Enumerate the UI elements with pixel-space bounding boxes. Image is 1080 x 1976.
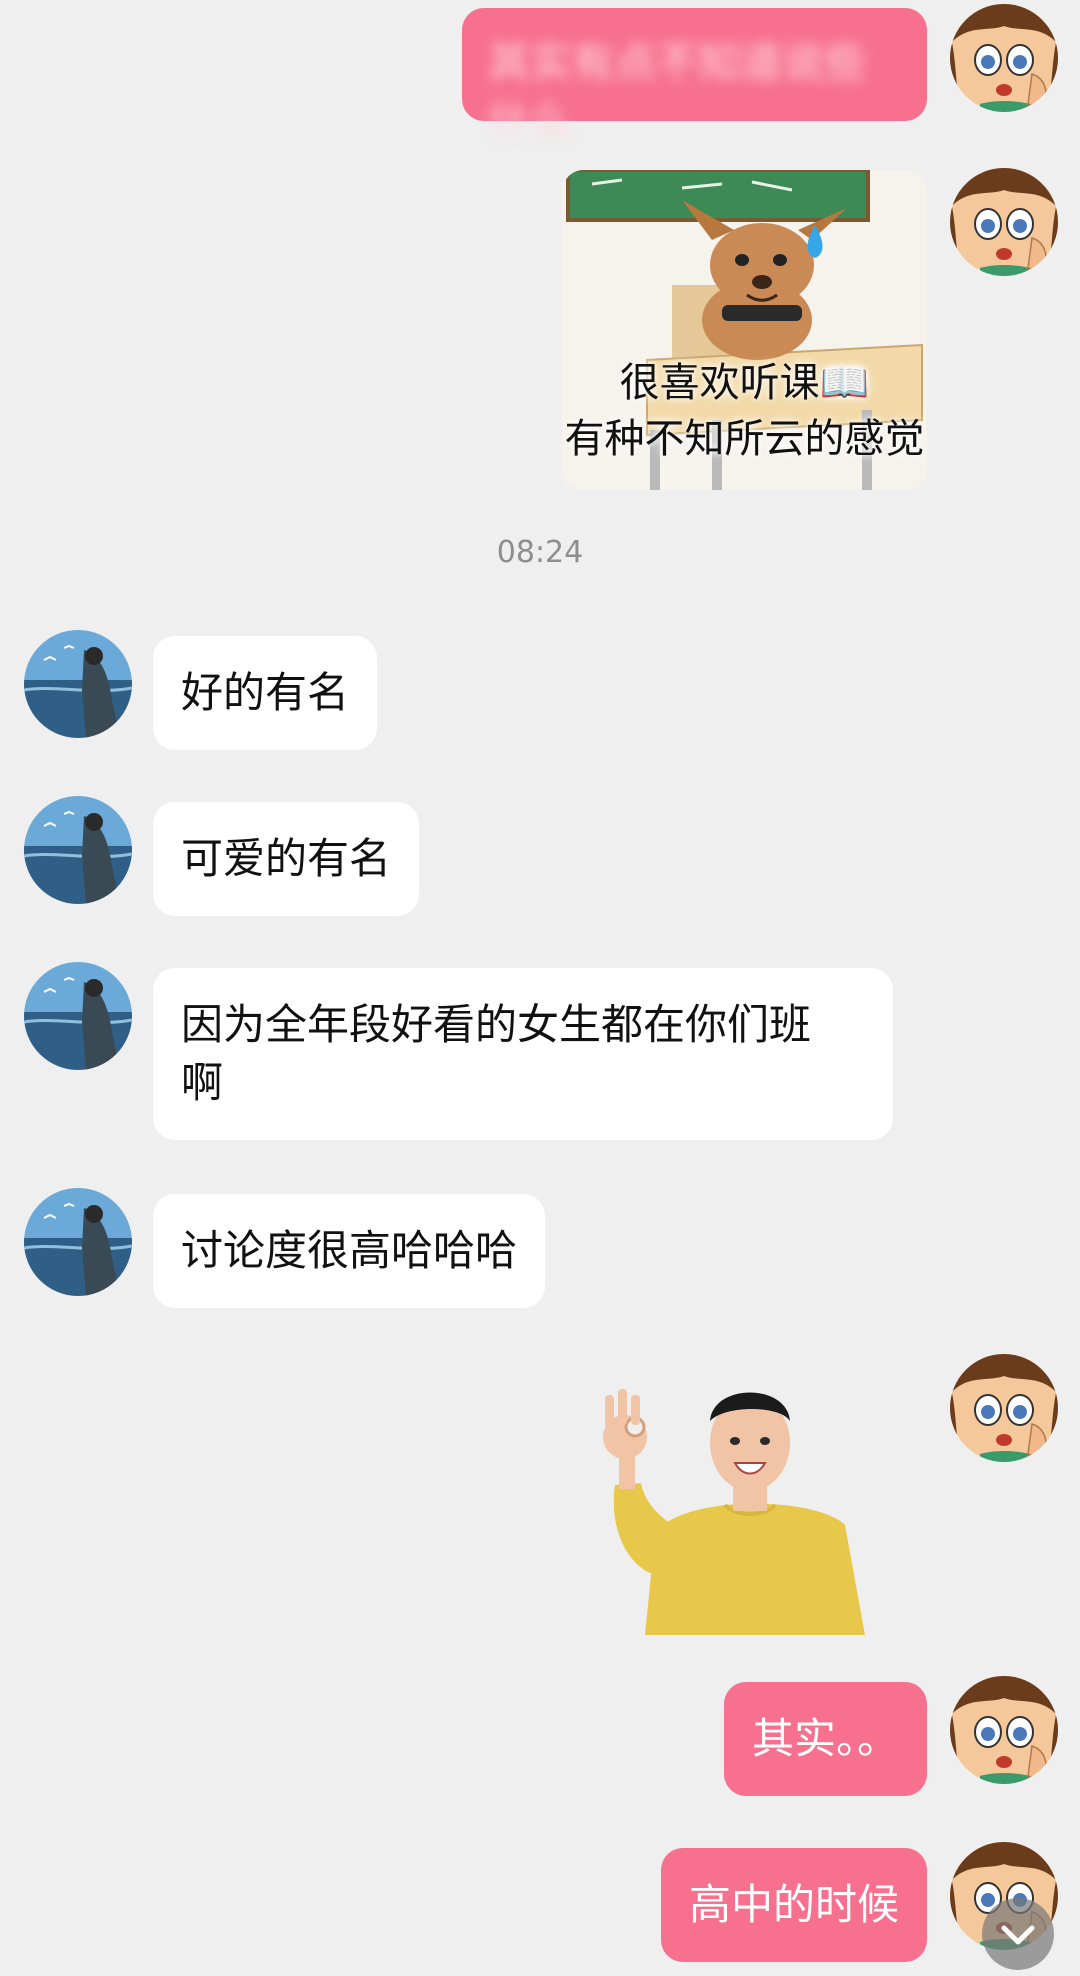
contact-avatar[interactable] <box>24 1188 132 1296</box>
seaside-avatar-icon <box>24 630 132 738</box>
ok-gesture-sticker-image <box>603 1389 865 1635</box>
self-avatar[interactable] <box>950 1354 1058 1462</box>
message-text: 讨论度很高哈哈哈 <box>181 1226 518 1275</box>
ok-gesture-sticker[interactable] <box>585 1365 875 1635</box>
message-bubble[interactable]: 高中的时候 <box>660 1848 927 1962</box>
sticker-caption-line2: 有种不知所云的感觉 <box>564 416 925 462</box>
message-text: 高中的时候 <box>688 1880 899 1929</box>
self-avatar[interactable] <box>950 1676 1058 1784</box>
contact-avatar[interactable] <box>24 962 132 1070</box>
anime-girl-avatar-icon <box>950 1354 1058 1462</box>
anime-girl-avatar-icon <box>950 4 1058 112</box>
message-timestamp: 08:24 <box>496 535 584 570</box>
seaside-avatar-icon <box>24 962 132 1070</box>
self-avatar[interactable] <box>950 168 1058 276</box>
message-text: 可爱的有名 <box>181 834 392 883</box>
message-text-line1: 因为全年段好看的女生都在你们班 <box>181 1000 812 1049</box>
message-text: 其实有点不知道说些什么 <box>488 38 867 145</box>
chevron-down-icon <box>1001 1925 1035 1945</box>
message-bubble[interactable]: 因为全年段好看的女生都在你们班 啊 <box>153 968 893 1140</box>
seaside-avatar-icon <box>24 1188 132 1296</box>
sticker-caption-line1: 很喜欢听课📖 <box>619 360 870 406</box>
self-avatar[interactable] <box>950 4 1058 112</box>
message-text: 好的有名 <box>181 668 350 717</box>
contact-avatar[interactable] <box>24 796 132 904</box>
message-bubble[interactable]: 其实。。 <box>723 1682 927 1796</box>
message-bubble-blurred[interactable]: 其实有点不知道说些什么 <box>462 8 927 145</box>
message-bubble[interactable]: 讨论度很高哈哈哈 <box>153 1194 546 1308</box>
scroll-to-bottom-button[interactable] <box>982 1898 1054 1970</box>
anime-girl-avatar-icon <box>950 1676 1058 1784</box>
seaside-avatar-icon <box>24 796 132 904</box>
message-text: 其实。。 <box>751 1714 899 1763</box>
message-bubble[interactable]: 好的有名 <box>153 636 378 750</box>
contact-avatar[interactable] <box>24 630 132 738</box>
anime-girl-avatar-icon <box>950 168 1058 276</box>
chat-thread[interactable]: 其实有点不知道说些什么 很喜欢听课📖 有种不知所云的感觉 08:24 好的有名 … <box>0 0 1080 1976</box>
dog-sticker[interactable]: 很喜欢听课📖 有种不知所云的感觉 <box>562 170 927 490</box>
message-bubble[interactable]: 可爱的有名 <box>153 802 420 916</box>
message-text-line2: 啊 <box>181 1058 224 1107</box>
